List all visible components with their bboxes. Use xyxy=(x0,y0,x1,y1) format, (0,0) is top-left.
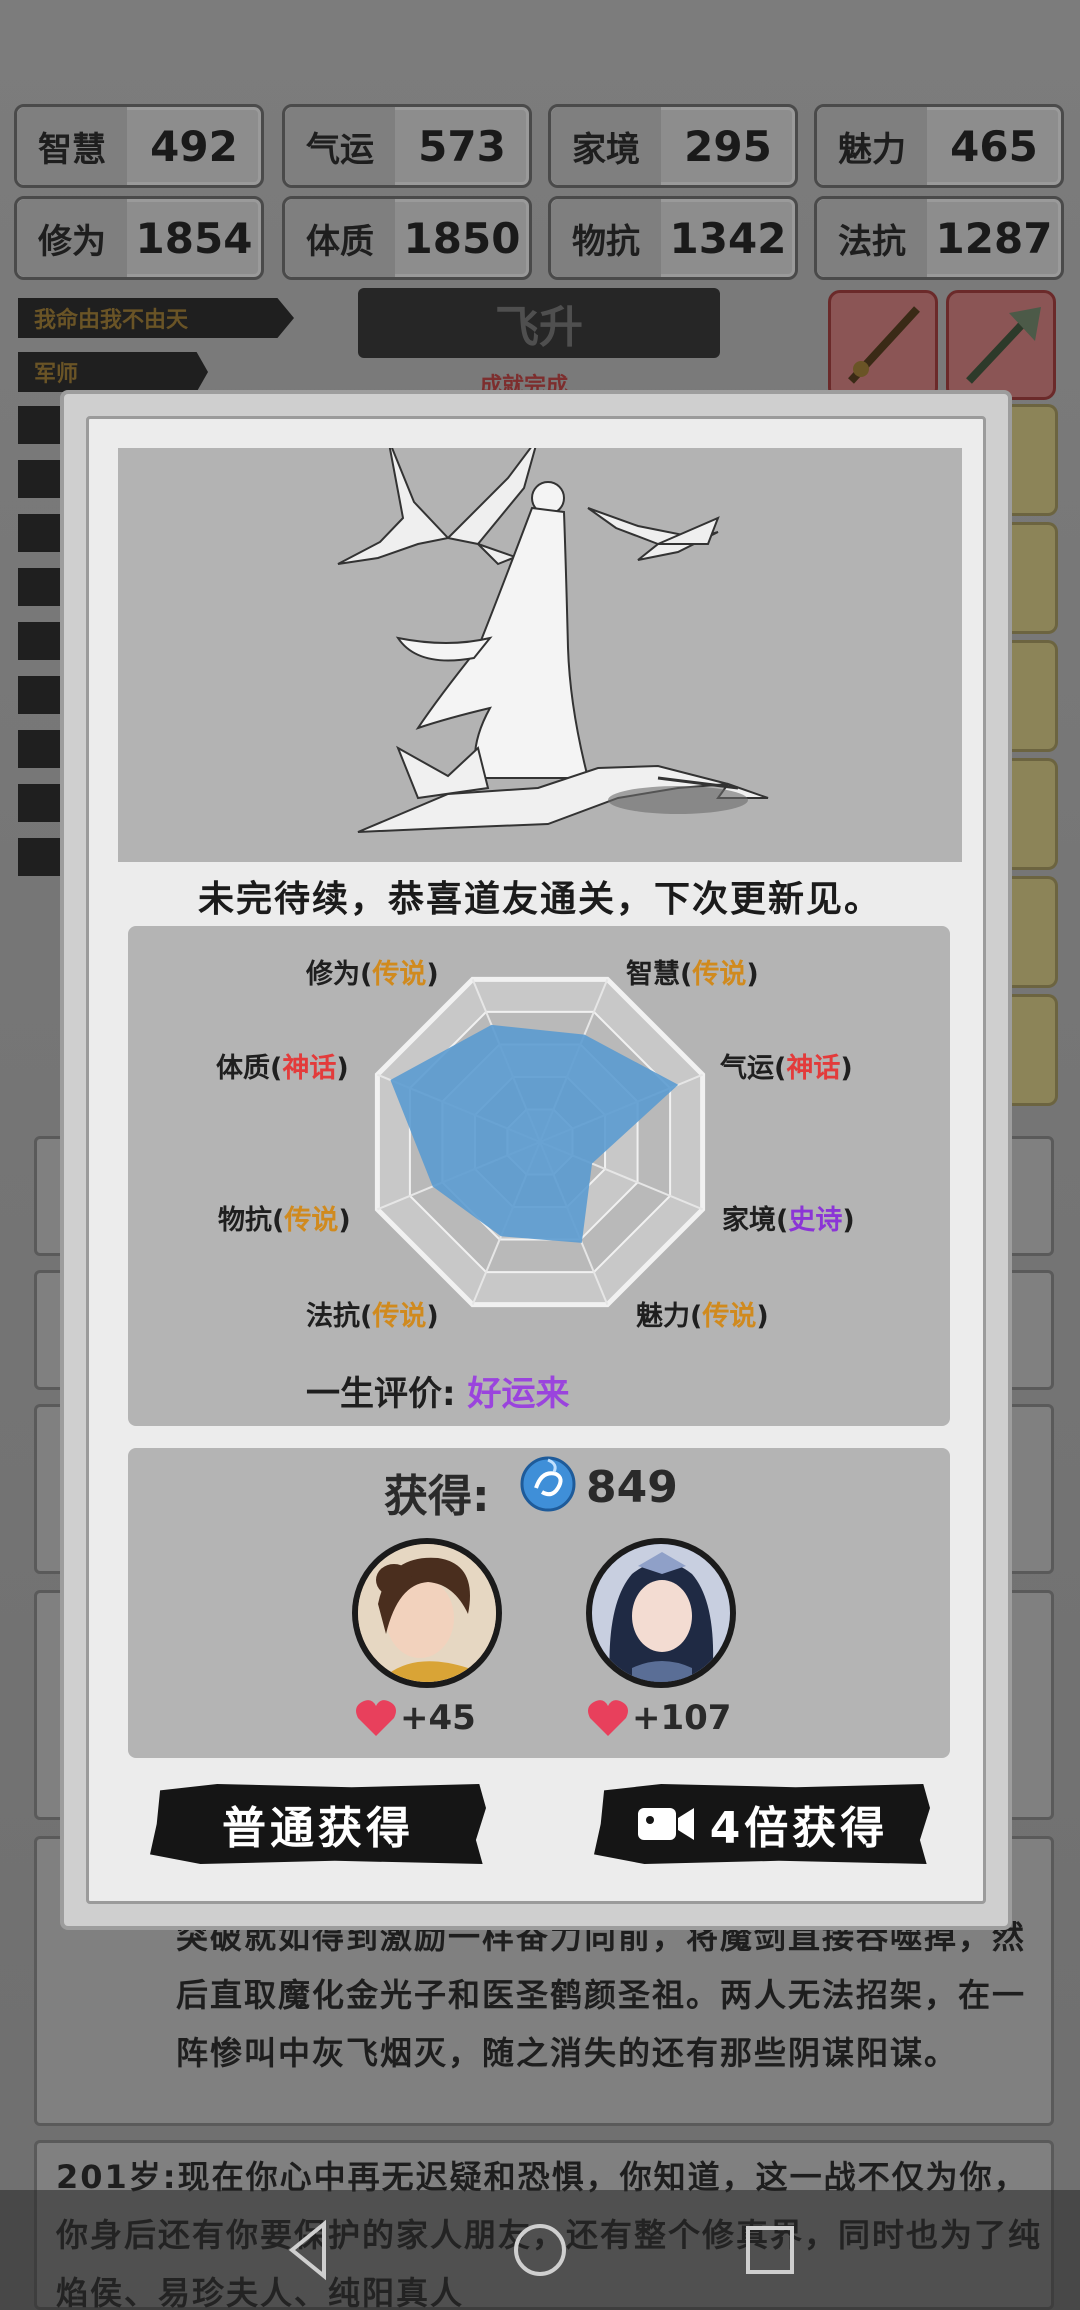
home-icon[interactable] xyxy=(500,2210,580,2290)
trait-tag-label: 军师 xyxy=(34,362,79,387)
normal-claim-label: 普通获得 xyxy=(222,1803,414,1854)
system-navigation-bar xyxy=(0,2190,1080,2310)
stat-label: 魅力 xyxy=(817,107,927,185)
back-icon[interactable] xyxy=(270,2210,350,2290)
stat-label: 物抗 xyxy=(551,199,661,277)
stat-value: 465 xyxy=(950,121,1038,171)
stat-luck: 气运 573 xyxy=(282,104,532,188)
equipment-slot[interactable] xyxy=(1012,758,1058,870)
equipment-slot[interactable] xyxy=(1012,522,1058,634)
normal-claim-button[interactable]: 普通获得 xyxy=(150,1784,486,1864)
companion-portrait xyxy=(592,1544,730,1682)
stat-value: 295 xyxy=(684,121,772,171)
stat-label: 修为 xyxy=(17,199,127,277)
spirit-stone-icon xyxy=(520,1456,576,1512)
radar-label-magic-resist: 法抗(传说) xyxy=(306,1301,439,1332)
radar-label-luck: 气运(神话) xyxy=(720,1053,853,1084)
radar-label-wisdom: 智慧(传说) xyxy=(626,959,759,990)
stat-label: 气运 xyxy=(285,107,395,185)
stat-magic-resist: 法抗 1287 xyxy=(814,196,1064,280)
equipment-slot[interactable] xyxy=(1012,994,1058,1106)
ascension-illustration xyxy=(337,437,769,833)
stat-physique: 体质 1850 xyxy=(282,196,532,280)
stat-wisdom: 智慧 492 xyxy=(14,104,264,188)
stat-value: 573 xyxy=(418,121,506,171)
companion-portrait xyxy=(358,1544,496,1682)
companion-avatar xyxy=(352,1538,502,1688)
stat-value: 1342 xyxy=(669,213,787,263)
life-evaluation-label: 一生评价: xyxy=(306,1374,456,1414)
equipment-slot-axe[interactable] xyxy=(946,290,1056,400)
story-text: 突破就如得到激励一样奋力向前，将魔剑直接吞噬掉，然后直取魔化金光子和医圣鹤颜圣祖… xyxy=(176,1918,1027,2072)
stat-label: 体质 xyxy=(285,199,395,277)
reward-amount: 849 xyxy=(586,1462,678,1513)
trait-tag[interactable]: 军师 xyxy=(18,352,208,392)
stat-phys-resist: 物抗 1342 xyxy=(548,196,798,280)
life-evaluation: 一生评价: 好运来 xyxy=(306,1366,569,1415)
stat-value: 1850 xyxy=(403,213,521,263)
equipment-slot[interactable] xyxy=(1012,876,1058,988)
attribute-radar-chart xyxy=(374,976,706,1308)
heart-icon xyxy=(356,1700,396,1736)
trait-tag-label: 我命由我不由天 xyxy=(34,308,189,333)
stat-label: 家境 xyxy=(551,107,661,185)
attribute-radar-panel xyxy=(128,926,950,1426)
ascend-banner: 飞升 xyxy=(358,288,720,358)
stat-label: 法抗 xyxy=(817,199,927,277)
equipment-slot-weapon[interactable] xyxy=(828,290,938,400)
axe-icon xyxy=(966,307,1041,384)
stat-charm: 魅力 465 xyxy=(814,104,1064,188)
radar-label-physique: 体质(神话) xyxy=(216,1053,349,1084)
reward-label: 获得: xyxy=(384,1471,490,1522)
recents-icon[interactable] xyxy=(730,2210,810,2290)
stat-value: 1287 xyxy=(935,213,1053,263)
quad-claim-button[interactable]: 4倍获得 xyxy=(594,1784,930,1864)
radar-label-cultivation: 修为(传说) xyxy=(306,959,439,990)
sword-icon xyxy=(848,306,920,384)
companion-affinity: +45 xyxy=(400,1698,476,1738)
life-evaluation-value: 好运来 xyxy=(467,1374,570,1414)
video-camera-icon xyxy=(637,1808,694,1840)
ascension-artwork xyxy=(118,437,962,862)
stat-cultivation: 修为 1854 xyxy=(14,196,264,280)
companion-affinity: +107 xyxy=(632,1698,732,1738)
radar-label-phys-resist: 物抗(传说) xyxy=(218,1205,351,1236)
heart-icon xyxy=(588,1700,628,1736)
stat-family: 家境 295 xyxy=(548,104,798,188)
stat-value: 1854 xyxy=(135,213,253,263)
ending-message: 未完待续，恭喜道友通关，下次更新见。 xyxy=(197,879,882,920)
radar-label-charm: 魅力(传说) xyxy=(636,1301,769,1332)
radar-label-family: 家境(史诗) xyxy=(722,1205,855,1236)
equipment-slot[interactable] xyxy=(1012,404,1058,516)
quad-claim-label: 4倍获得 xyxy=(709,1803,889,1854)
equipment-slot[interactable] xyxy=(1012,640,1058,752)
trait-tag[interactable]: 我命由我不由天 xyxy=(18,298,294,338)
stat-value: 492 xyxy=(150,121,238,171)
companion-avatar xyxy=(586,1538,736,1688)
stat-label: 智慧 xyxy=(17,107,127,185)
